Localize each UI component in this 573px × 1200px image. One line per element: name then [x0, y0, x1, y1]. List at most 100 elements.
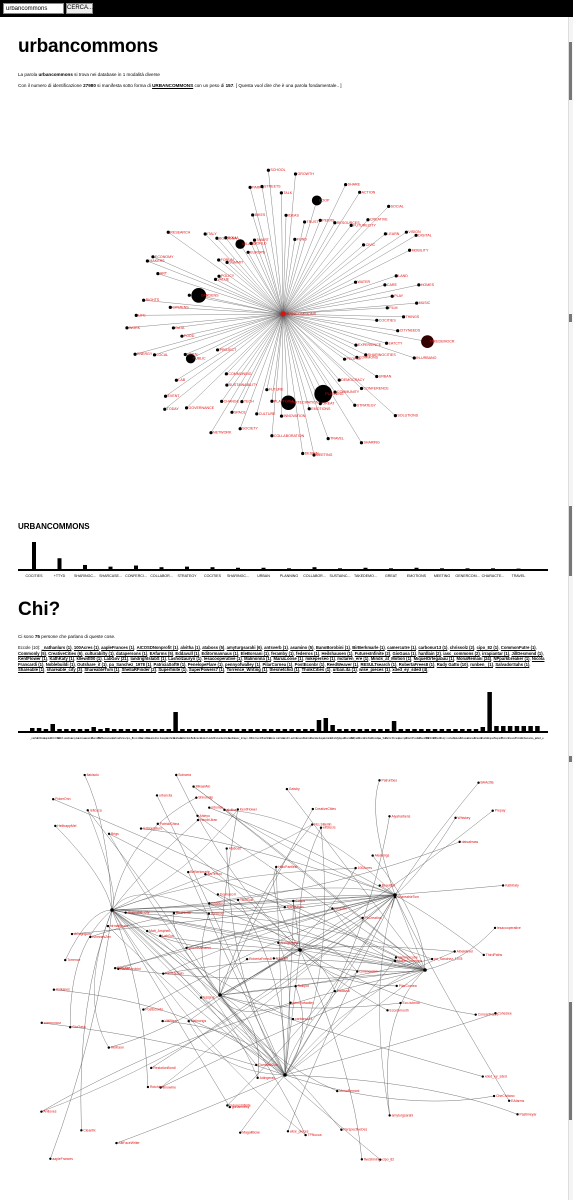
graph-node[interactable] — [516, 1113, 519, 1116]
person-link[interactable]: xded_ey_sded (4) — [392, 667, 427, 672]
graph-node[interactable] — [70, 932, 74, 936]
graph-node[interactable] — [124, 911, 127, 914]
person-link[interactable]: Noblebuildi (1) — [46, 662, 75, 667]
person-link[interactable]: Rudy Gatto (10) — [437, 662, 468, 667]
person-link[interactable]: Heilshausen (1) — [321, 651, 352, 656]
person-link[interactable]: ShellaRFinder (2) — [122, 667, 156, 672]
graph-node[interactable] — [192, 785, 195, 788]
person-link[interactable]: carbonur13 (1) — [418, 645, 447, 650]
person-link[interactable]: urban.ita (1) — [333, 667, 357, 672]
person-link[interactable]: CreativeCities (6) — [48, 651, 82, 656]
graph-node[interactable] — [185, 946, 188, 950]
person-link[interactable]: MonaRemani (24) — [456, 656, 491, 661]
graph-node[interactable] — [356, 970, 359, 973]
graph-hub-node[interactable] — [393, 893, 397, 897]
person-link[interactable]: cipo_82 (1) — [477, 645, 499, 650]
person-link[interactable]: alvitha (1) — [180, 645, 200, 650]
graph-node[interactable] — [196, 818, 200, 822]
person-link[interactable]: BanoBorobini (1) — [316, 645, 350, 650]
graph-node[interactable] — [255, 1063, 258, 1067]
person-link[interactable]: AICOSDNonprofit (1) — [137, 645, 178, 650]
graph-node[interactable] — [139, 827, 143, 830]
graph-node[interactable] — [115, 1141, 118, 1145]
graph-node[interactable] — [208, 902, 211, 905]
person-link[interactable]: RobertaFrees8 (1) — [399, 662, 435, 667]
person-link[interactable]: wise_pieces (1) — [359, 667, 390, 672]
graph-node[interactable] — [146, 1085, 150, 1089]
graph-node[interactable] — [236, 808, 240, 811]
graph-node[interactable] — [155, 794, 159, 797]
person-link[interactable]: Torrence_Writing (1) — [227, 667, 268, 672]
graph-node[interactable] — [216, 893, 220, 896]
graph-node[interactable] — [107, 1046, 111, 1049]
graph-node[interactable] — [40, 1110, 43, 1113]
graph-node[interactable] — [207, 912, 211, 915]
graph-hub-node[interactable] — [110, 908, 114, 912]
person-link[interactable]: PatriciaSoft9 (1) — [154, 662, 186, 667]
graph-node[interactable] — [245, 957, 249, 961]
person-link[interactable]: Superfinite (1) — [158, 667, 186, 672]
form-link[interactable]: URBANCOMMONS — [152, 83, 193, 88]
person-link[interactable]: culturabilty (1) — [85, 651, 114, 656]
person-link[interactable]: feramby (1) — [271, 651, 294, 656]
person-link[interactable]: BirBerkmarle (1) — [352, 645, 385, 650]
graph-node[interactable] — [360, 1158, 364, 1161]
graph-node[interactable] — [291, 1017, 295, 1021]
graph-node[interactable] — [482, 953, 485, 957]
graph-node[interactable] — [236, 898, 240, 902]
person-link[interactable]: hardlain (2) — [418, 651, 441, 656]
person-link[interactable]: FuturesInfinite (2) — [355, 651, 390, 656]
graph-node[interactable] — [113, 966, 117, 970]
graph-node[interactable] — [311, 807, 315, 811]
graph-node[interactable] — [256, 1076, 259, 1080]
graph-node[interactable] — [399, 1001, 402, 1005]
graph-node[interactable] — [286, 1130, 290, 1133]
graph-node[interactable] — [319, 826, 323, 829]
graph-node[interactable] — [388, 1114, 391, 1117]
person-link[interactable]: pa_Sanchez_1978 (1) — [109, 662, 151, 667]
person-link[interactable]: federros (1) — [296, 651, 319, 656]
graph-node[interactable] — [378, 779, 381, 782]
person-link[interactable]: lesacooperative (1) — [204, 656, 242, 661]
person-link[interactable]: Commonly (5) — [18, 651, 46, 656]
person-link[interactable]: EAfarms (5) — [150, 651, 174, 656]
person-link[interactable]: ShareableTom (1) — [84, 667, 119, 672]
graph-node[interactable] — [477, 781, 480, 784]
person-link[interactable]: antsverb (1) — [264, 645, 288, 650]
person-link[interactable]: Editormannaus (1) — [202, 651, 239, 656]
graph-node[interactable] — [311, 823, 314, 826]
person-link[interactable]: shareable_city (3) — [47, 667, 82, 672]
person-link[interactable]: aapleFrances (1) — [101, 645, 134, 650]
graph-node[interactable] — [52, 988, 56, 991]
person-link[interactable]: EleBorsani (1) — [241, 651, 269, 656]
graph-node[interactable] — [187, 1020, 190, 1023]
person-link[interactable]: Shareable (1) — [18, 667, 44, 672]
person-link[interactable]: datapersons (1) — [116, 651, 147, 656]
graph-node[interactable] — [49, 1157, 52, 1160]
person-link[interactable]: mctaren_ere (1) — [337, 656, 368, 661]
graph-node[interactable] — [386, 1009, 389, 1012]
graph-node[interactable] — [507, 1099, 511, 1102]
graph-node[interactable] — [275, 865, 278, 869]
graph-node[interactable] — [83, 773, 86, 777]
graph-node[interactable] — [172, 911, 176, 915]
search-input[interactable] — [3, 3, 64, 14]
graph-node[interactable] — [239, 1131, 242, 1134]
graph-node[interactable] — [491, 809, 494, 812]
graph-node[interactable] — [289, 1001, 292, 1004]
person-link[interactable]: PostEconbr (1) — [295, 662, 325, 667]
person-link[interactable]: PilarCornea (1) — [263, 662, 293, 667]
graph-node[interactable] — [336, 1089, 339, 1093]
graph-node[interactable] — [493, 926, 497, 930]
graph-node[interactable] — [208, 806, 211, 809]
person-link[interactable]: runben_ (1) — [470, 662, 493, 667]
graph-node[interactable] — [430, 957, 434, 961]
graph-node[interactable] — [52, 798, 55, 801]
person-link[interactable]: LabGov (21) — [104, 656, 128, 661]
person-link[interactable]: NPparkbreaker (1) — [493, 656, 529, 661]
graph-node[interactable] — [223, 808, 226, 812]
graph-node[interactable] — [107, 832, 111, 836]
person-link[interactable]: chrissolz (2) — [450, 645, 474, 650]
graph-node[interactable] — [187, 870, 190, 874]
graph-node[interactable] — [395, 984, 398, 988]
